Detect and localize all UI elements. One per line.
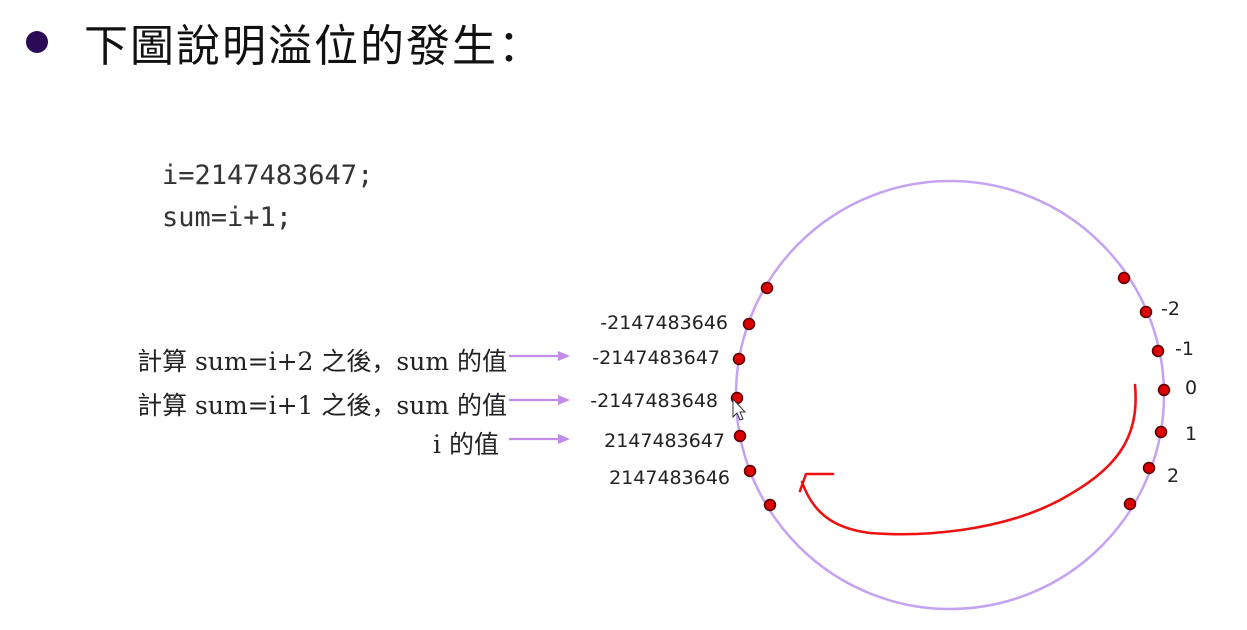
label-neg-2147483646: -2147483646 (600, 312, 728, 334)
wraparound-arrow (800, 383, 1137, 536)
circle-dot-2 (1142, 461, 1156, 475)
label-2147483647: 2147483647 (604, 430, 725, 452)
label-1: 1 (1185, 423, 1197, 445)
label-neg-2147483647: -2147483647 (592, 347, 720, 369)
label-neg-2: -2 (1161, 298, 1180, 320)
overflow-circle-diagram: -2147483646 -2147483647 -2147483648 2147… (509, 179, 1197, 611)
circle-dot-2147483647 (733, 429, 747, 443)
circle-dot-top-left (760, 281, 774, 295)
circle-dot-neg-1 (1151, 344, 1165, 358)
circle-dot-1 (1154, 425, 1168, 439)
number-circle (734, 179, 1166, 611)
circle-dot-neg-2147483646 (742, 317, 756, 331)
circle-dot-0 (1157, 383, 1171, 397)
label-neg-2147483648: -2147483648 (590, 390, 718, 412)
label-2147483646: 2147483646 (609, 467, 730, 489)
circle-dot-neg-2 (1139, 305, 1153, 319)
label-neg-1: -1 (1175, 338, 1194, 360)
circle-dot-top-right (1117, 271, 1131, 285)
circle-dot-2147483646 (743, 464, 757, 478)
circle-dot-neg-2147483647 (732, 352, 746, 366)
label-0: 0 (1185, 377, 1197, 399)
label-2: 2 (1167, 465, 1179, 487)
circle-dot-bottom-right (1123, 497, 1137, 511)
circle-dot-bottom-left (763, 498, 777, 512)
